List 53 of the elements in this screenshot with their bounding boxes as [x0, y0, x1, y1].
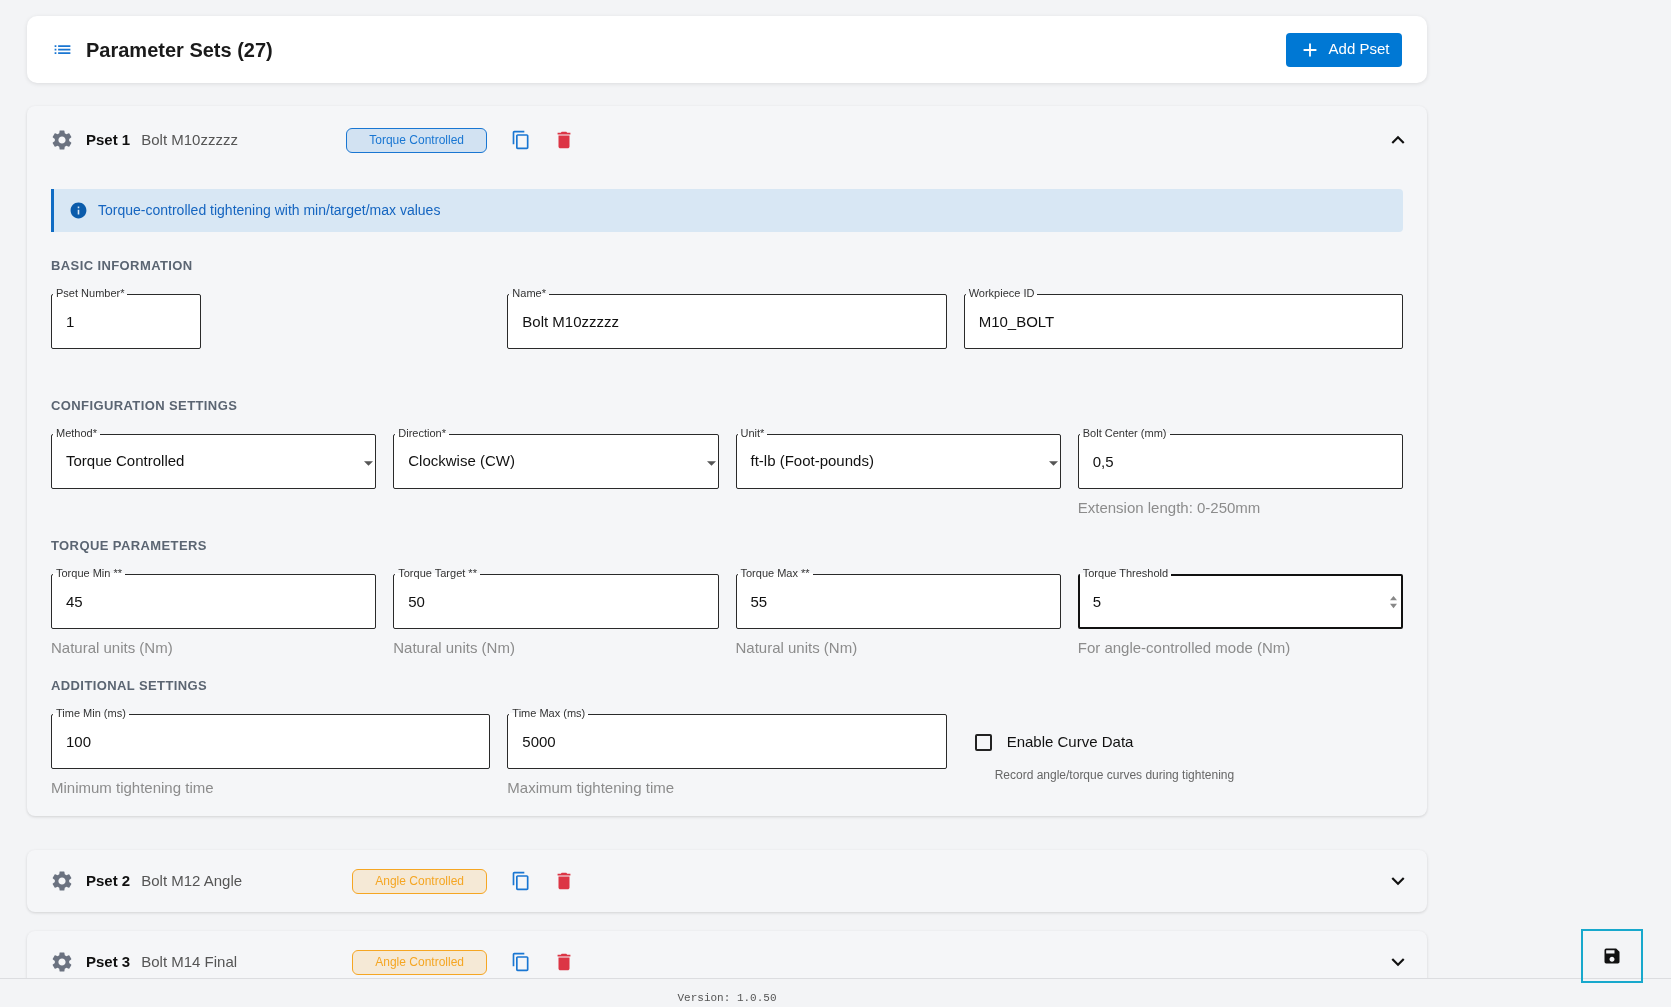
caret-icon — [1048, 460, 1058, 466]
helper-text: Natural units (Nm) — [735, 638, 858, 658]
copy-icon[interactable] — [511, 871, 531, 891]
section-heading: CONFIGURATION SETTINGS — [51, 397, 238, 415]
method-tag: Angle Controlled — [352, 949, 487, 975]
version-text: Version: 1.0.50 — [677, 991, 777, 1005]
info-icon — [69, 201, 88, 220]
pset-name: Bolt M12 Angle — [141, 870, 243, 891]
field-label: Name* — [509, 287, 549, 300]
section-heading: TORQUE PARAMETERS — [51, 537, 207, 555]
alert-text: Torque-controlled tightening with min/target/max values — [98, 201, 441, 220]
helper-text: Extension length: 0-250mm — [1077, 498, 1261, 518]
method-tag: Angle Controlled — [352, 868, 487, 894]
checkbox-label: Enable Curve Data — [1006, 731, 1134, 752]
section-heading: ADDITIONAL SETTINGS — [51, 677, 208, 695]
pset-title: Pset 2 — [86, 870, 131, 891]
add-pset-button[interactable]: Add Pset — [1286, 32, 1402, 67]
copy-icon[interactable] — [511, 130, 531, 150]
field-label: Time Max (ms) — [509, 707, 589, 720]
caret-icon — [706, 460, 716, 466]
gear-icon — [50, 128, 74, 152]
checkbox[interactable] — [974, 733, 992, 751]
save-button[interactable] — [1581, 929, 1643, 983]
copy-icon[interactable] — [511, 952, 531, 972]
field-label: Torque Max ** — [737, 567, 813, 580]
gear-icon — [50, 950, 74, 974]
helper-text: Natural units (Nm) — [393, 638, 515, 658]
field-label: Time Min (ms) — [53, 707, 129, 720]
pset-title: Pset 3 — [86, 951, 131, 972]
field-label: Direction* — [395, 427, 449, 440]
helper-text: Minimum tightening time — [51, 778, 214, 798]
field-label: Bolt Center (mm) — [1079, 427, 1170, 440]
spinner-arrows-icon[interactable] — [1390, 595, 1397, 609]
field-label: Method* — [53, 427, 100, 440]
save-icon — [1602, 946, 1622, 966]
caret-icon — [364, 460, 374, 466]
helper-text: Natural units (Nm) — [51, 638, 173, 658]
field-label: Torque Min ** — [53, 567, 126, 580]
helper-text: For angle-controlled mode (Nm) — [1077, 638, 1291, 658]
helper-text: Maximum tightening time — [507, 778, 675, 798]
field-label: Torque Threshold — [1079, 567, 1172, 580]
pset-name: Bolt M14 Final — [141, 951, 238, 972]
field-label: Unit* — [737, 427, 768, 440]
checkbox-description: Record angle/torque curves during tightening — [994, 767, 1235, 783]
gear-icon — [50, 869, 74, 893]
field-label: Torque Target ** — [395, 567, 480, 580]
pset-title: Pset 1 — [86, 129, 131, 150]
page-title: Parameter Sets (27) — [86, 37, 273, 63]
section-heading: BASIC INFORMATION — [51, 257, 193, 275]
field-label: Pset Number* — [53, 287, 128, 300]
pset-name: Bolt M10zzzzz — [141, 129, 238, 150]
method-tag: Torque Controlled — [346, 127, 487, 153]
field-label: Workpiece ID — [965, 287, 1038, 300]
